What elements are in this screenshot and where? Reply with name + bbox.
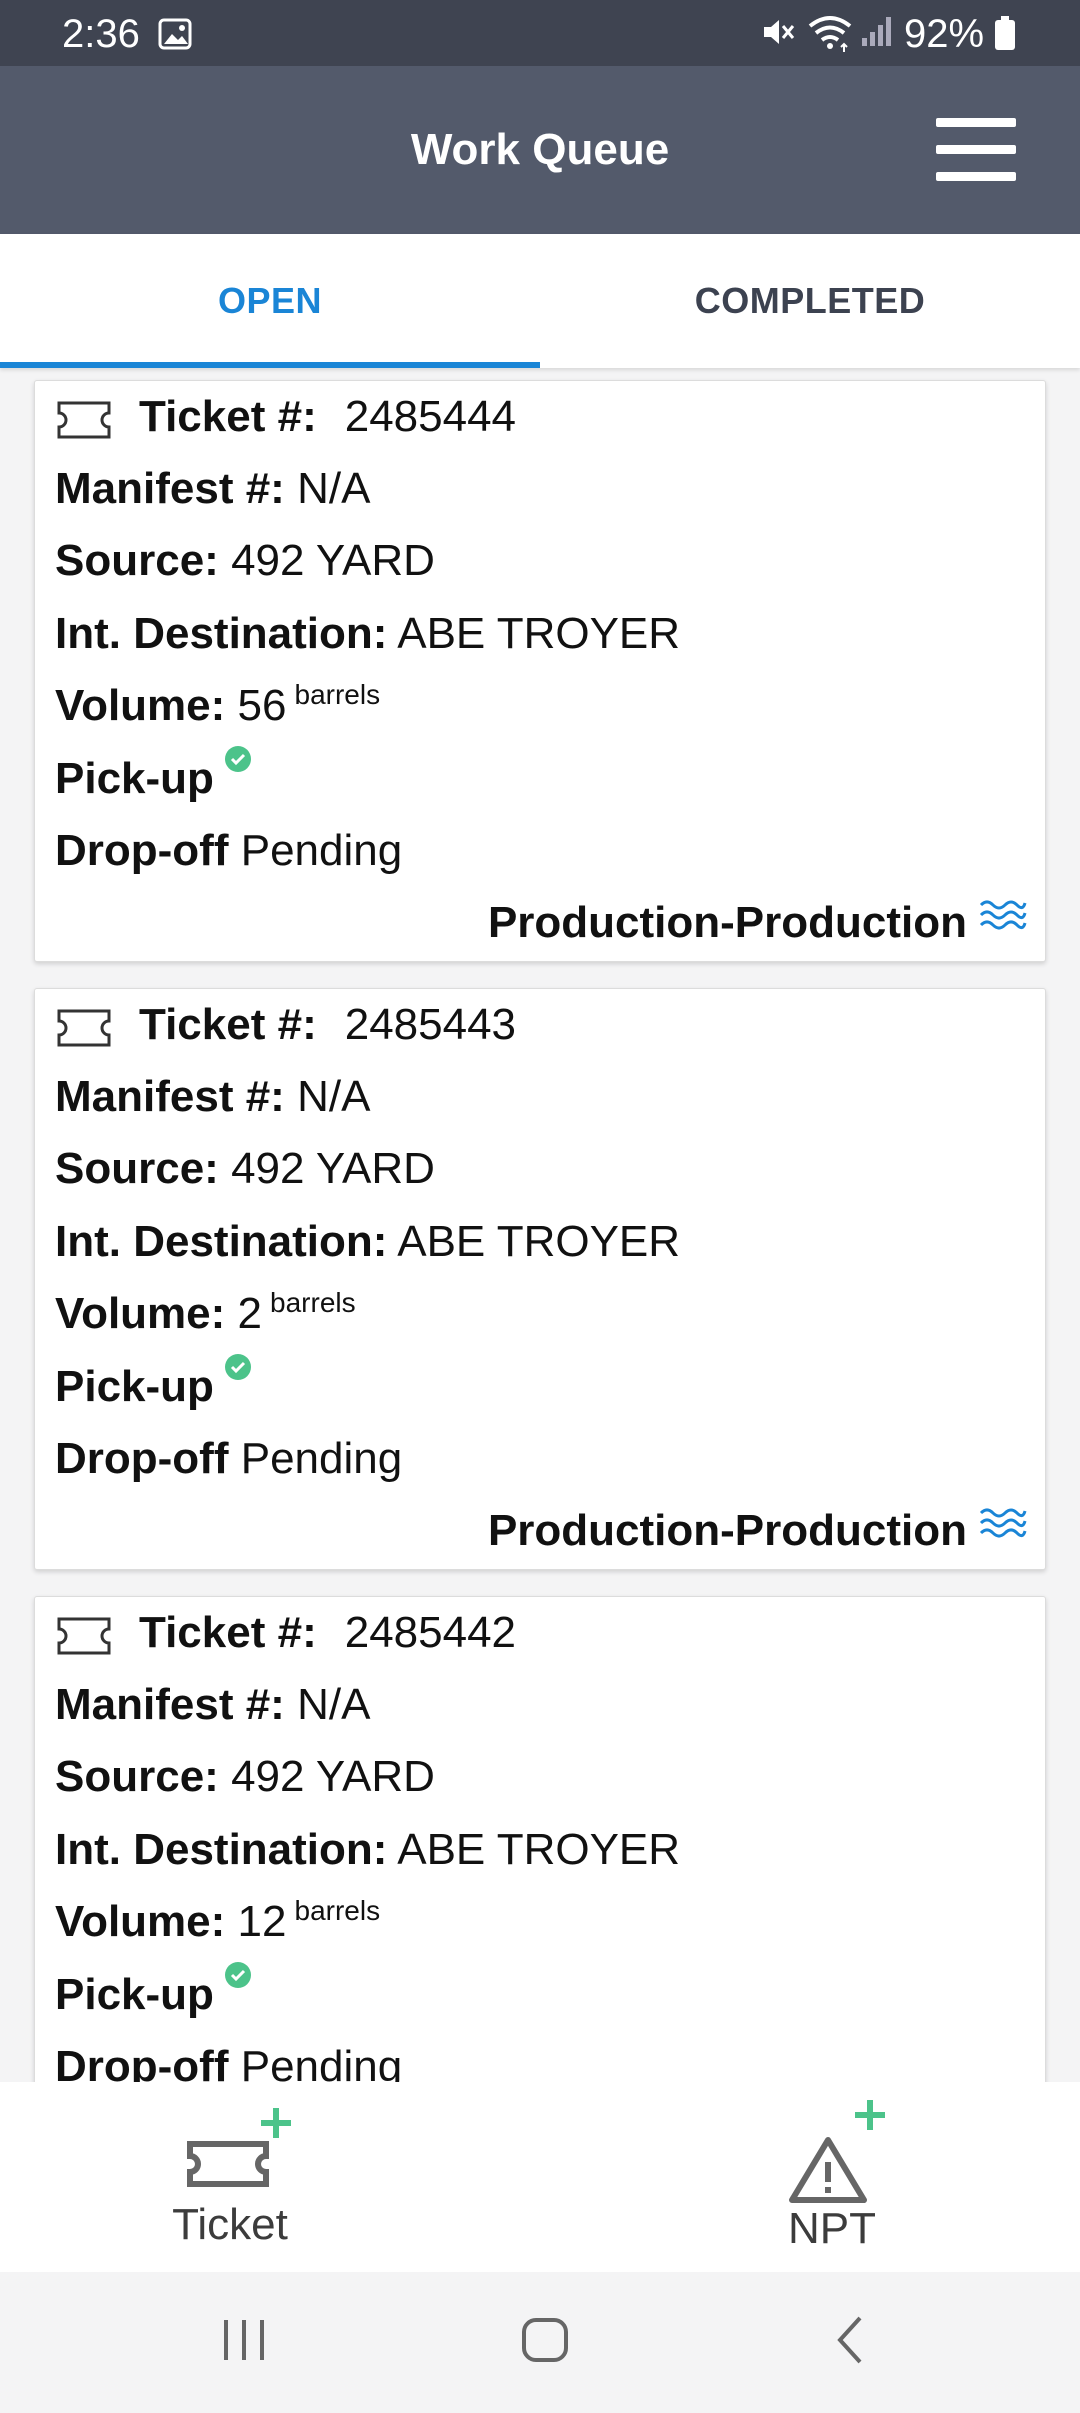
volume-label: Volume: [55,681,226,730]
water-wave-icon [979,893,1027,945]
bottom-action-bar: Ticket NPT [0,2082,1080,2272]
add-ticket-button[interactable]: Ticket [100,2082,360,2272]
ticket-add-icon [180,2102,296,2207]
wifi-icon [806,14,854,57]
volume-label: Volume: [55,1289,226,1338]
ticket-label: Ticket #: [139,1608,317,1657]
signal-icon [860,14,894,53]
ticket-icon [55,1007,113,1054]
back-button[interactable] [768,2272,928,2408]
npt-button-label: NPT [788,2204,876,2253]
recent-apps-icon [224,2320,264,2360]
ticket-icon [55,399,113,446]
int-destination-label: Int. Destination: [55,1217,388,1266]
source-value: 492 YARD [231,1144,435,1193]
ticket-card[interactable]: Ticket #: 2485443 Manifest #: N/A Source:… [34,988,1046,1570]
home-button[interactable] [466,2272,626,2408]
source-label: Source: [55,1752,219,1801]
int-destination-value: ABE TROYER [397,609,681,658]
battery-percent: 92% [904,12,985,56]
tab-completed[interactable]: COMPLETED [540,234,1080,368]
volume-unit: barrels [270,1287,356,1318]
ticket-label: Ticket #: [139,392,317,441]
dropoff-status: Pending [240,826,403,875]
mute-icon [760,14,796,55]
ticket-type: Production-Production [487,898,967,947]
dropoff-label: Drop-off [55,826,229,875]
hamburger-menu-icon[interactable] [936,114,1020,186]
manifest-value: N/A [297,1072,371,1121]
ticket-button-label: Ticket [172,2200,288,2249]
add-npt-button[interactable]: NPT [702,2082,962,2272]
volume-value: 2 [237,1289,263,1338]
manifest-label: Manifest #: [55,1680,285,1729]
ticket-label: Ticket #: [139,1000,317,1049]
source-label: Source: [55,1144,219,1193]
volume-unit: barrels [294,1895,381,1926]
ticket-type: Production-Production [487,1506,967,1555]
page-title: Work Queue [410,125,670,174]
int-destination-value: ABE TROYER [397,1217,681,1266]
ticket-number: 2485442 [344,1608,517,1657]
gallery-icon [158,18,192,55]
volume-unit: barrels [294,679,381,710]
home-icon [522,2318,568,2362]
int-destination-label: Int. Destination: [55,1825,388,1874]
pickup-label: Pick-up [55,1970,214,2019]
ticket-card[interactable]: Ticket #: 2485444 Manifest #: N/A Source:… [34,380,1046,962]
system-nav-bar [0,2272,1080,2408]
ticket-icon [55,1615,113,1662]
status-bar: 2:36 92% [0,0,1080,66]
work-queue-list[interactable]: Ticket #: 2485444 Manifest #: N/A Source:… [0,368,1080,2082]
check-circle-icon [224,1949,252,2001]
volume-value: 56 [237,681,287,730]
volume-value: 12 [237,1897,287,1946]
ticket-number: 2485444 [344,392,517,441]
ticket-card[interactable]: Ticket #: 2485442 Manifest #: N/A Source:… [34,1596,1046,2082]
pickup-label: Pick-up [55,1362,214,1411]
water-wave-icon [979,1501,1027,1553]
recent-apps-button[interactable] [164,2272,324,2408]
volume-label: Volume: [55,1897,226,1946]
manifest-value: N/A [297,464,371,513]
dropoff-status: Pending [240,2042,403,2082]
check-circle-icon [224,1341,252,1393]
back-chevron-icon [837,2316,862,2364]
dropoff-label: Drop-off [55,1434,229,1483]
manifest-value: N/A [297,1680,371,1729]
int-destination-value: ABE TROYER [397,1825,681,1874]
ticket-number: 2485443 [344,1000,517,1049]
source-label: Source: [55,536,219,585]
int-destination-label: Int. Destination: [55,609,388,658]
tab-open[interactable]: OPEN [0,234,540,368]
manifest-label: Manifest #: [55,1072,285,1121]
pickup-label: Pick-up [55,754,214,803]
app-bar: Work Queue [0,66,1080,234]
npt-warning-add-icon [786,2096,896,2211]
battery-icon [994,16,1016,55]
status-time: 2:36 [62,12,140,56]
source-value: 492 YARD [231,1752,435,1801]
dropoff-status: Pending [240,1434,403,1483]
check-circle-icon [224,733,252,785]
tab-bar: OPEN COMPLETED [0,234,1080,368]
manifest-label: Manifest #: [55,464,285,513]
source-value: 492 YARD [231,536,435,585]
dropoff-label: Drop-off [55,2042,229,2082]
